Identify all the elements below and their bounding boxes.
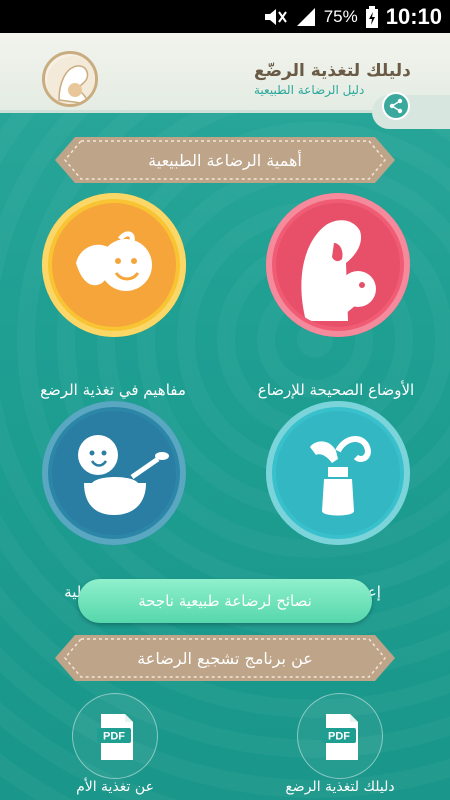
mute-icon (264, 9, 287, 25)
section-banner-title: أهمية الرضاعة الطبيعية (148, 150, 302, 170)
status-bar: 75% 10:10 (0, 0, 450, 33)
app-screen: دليلك لتغذية الرضّع دليل الرضاعة الطبيعي… (0, 33, 450, 800)
topic-complementary-feeding[interactable] (42, 401, 186, 545)
app-subtitle: دليل الرضاعة الطبيعية (254, 83, 365, 97)
baby-feeding-icon (76, 231, 152, 291)
mother-breastfeeding-icon (301, 220, 376, 321)
baby-bowl-icon (78, 435, 169, 515)
topic-feeding-concepts[interactable] (42, 193, 186, 337)
program-banner-title: عن برنامج تشجيع الرضاعة (137, 648, 313, 668)
topic-feeding-concepts-label: مفاهيم في تغذية الرضع (40, 381, 186, 399)
topic-breastfeeding-positions-label: الأوضاع الصحيحة للإرضاع (257, 381, 415, 399)
battery-percent: 75% (323, 7, 358, 26)
pdf-mother-nutrition-label: عن تغذية الأم (76, 779, 154, 795)
pdf-mother-nutrition-button[interactable]: PDF (72, 693, 158, 779)
app-logo (42, 51, 98, 107)
clock: 10:10 (385, 4, 442, 29)
pdf-icon: PDF (322, 714, 358, 760)
battery-icon (365, 6, 378, 28)
app-title: دليلك لتغذية الرضّع (254, 61, 411, 81)
pdf-icon: PDF (97, 714, 133, 760)
pdf-badge: PDF (328, 731, 350, 743)
topic-milk-expression[interactable] (266, 401, 410, 545)
program-banner[interactable]: عن برنامج تشجيع الرضاعة (55, 635, 395, 681)
topic-breastfeeding-positions[interactable] (266, 193, 410, 337)
breast-pump-icon (310, 436, 372, 516)
pdf-infant-guide-label: دليلك لتغذية الرضع (285, 779, 395, 795)
signal-icon (296, 8, 315, 26)
section-banner: أهمية الرضاعة الطبيعية (55, 137, 395, 183)
pdf-infant-guide-button[interactable]: PDF (297, 693, 383, 779)
share-button[interactable] (382, 92, 410, 120)
tips-button[interactable]: نصائح لرضاعة طبيعية ناجحة (78, 579, 372, 623)
pdf-badge: PDF (103, 731, 125, 743)
share-icon (389, 98, 403, 114)
